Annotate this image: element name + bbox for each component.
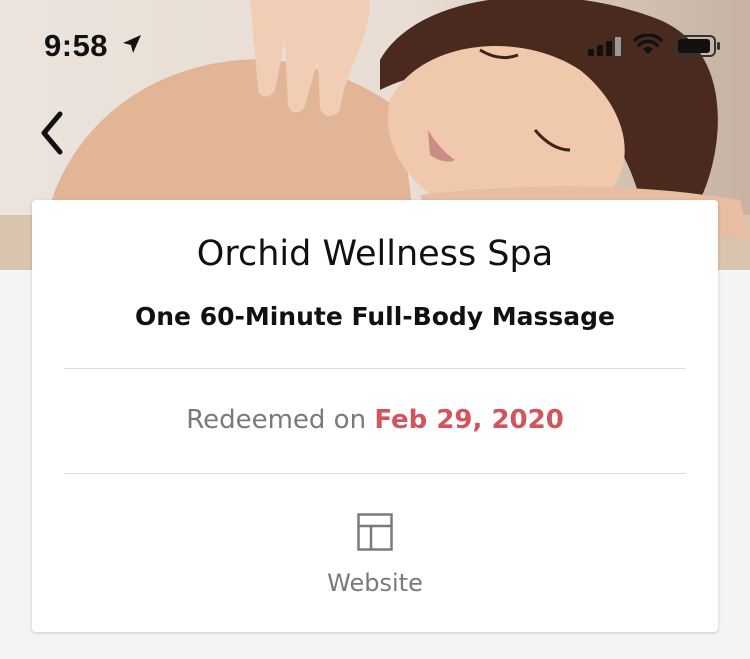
layout-icon bbox=[357, 513, 393, 551]
status-time: 9:58 bbox=[44, 28, 109, 63]
wifi-icon bbox=[633, 34, 663, 54]
redeemed-date: Feb 29, 2020 bbox=[374, 405, 564, 435]
website-button[interactable]: Website bbox=[300, 505, 450, 605]
redeemed-label: Redeemed on bbox=[186, 405, 367, 435]
merchant-name: Orchid Wellness Spa bbox=[196, 234, 554, 274]
location-arrow-icon bbox=[123, 35, 141, 53]
status-bar: 9:58 bbox=[0, 0, 750, 92]
voucher-card: Orchid Wellness Spa One 60-Minute Full-B… bbox=[32, 200, 718, 632]
divider bbox=[64, 368, 686, 369]
redemption-status: Redeemed on Feb 29, 2020 bbox=[32, 405, 718, 435]
cellular-signal-icon bbox=[588, 37, 621, 56]
chevron-left-icon bbox=[41, 111, 63, 155]
back-button[interactable] bbox=[32, 106, 72, 160]
battery-icon bbox=[674, 35, 720, 57]
deal-title: One 60-Minute Full-Body Massage bbox=[134, 302, 616, 331]
divider bbox=[64, 473, 686, 474]
website-label: Website bbox=[327, 569, 423, 597]
